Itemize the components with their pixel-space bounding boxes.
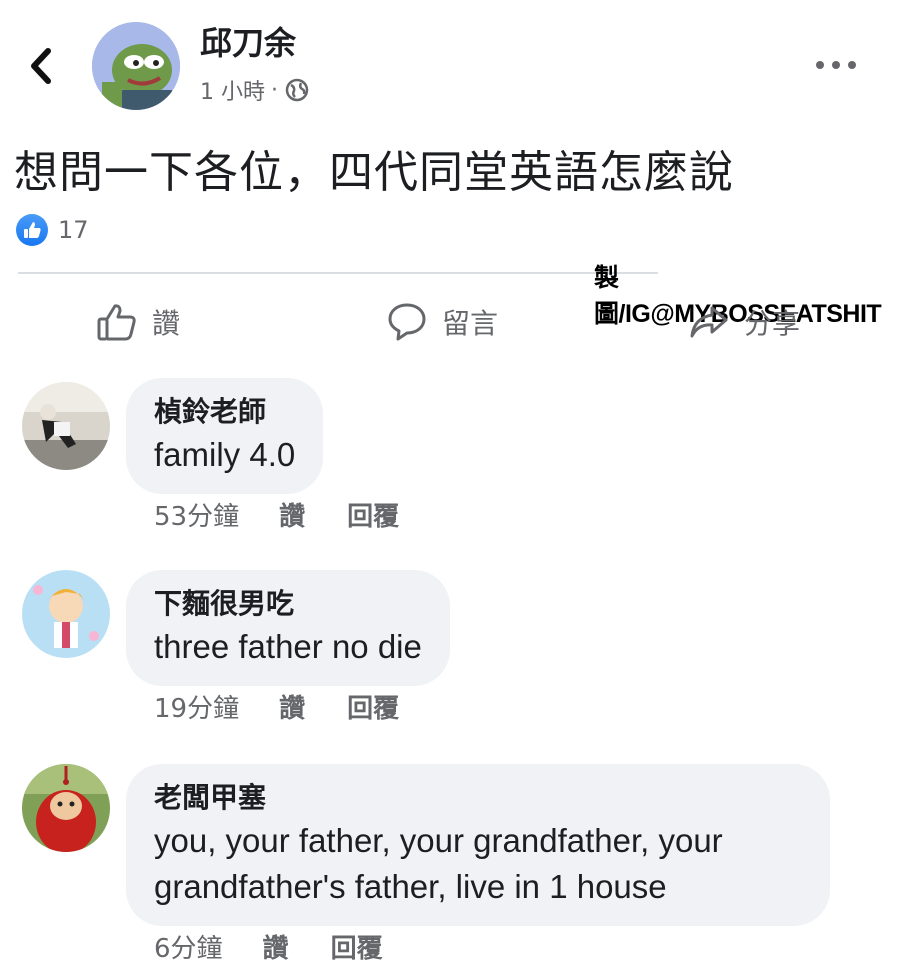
comment-meta: 6分鐘 讚 回覆 (154, 928, 383, 965)
comment-time[interactable]: 53分鐘 (154, 496, 239, 533)
more-options-button[interactable] (816, 52, 856, 78)
comment-like-button[interactable]: 讚 (263, 928, 289, 965)
post-header: 邱刀余 1 小時 · (0, 0, 900, 120)
globe-icon (285, 78, 309, 102)
comment-time[interactable]: 6分鐘 (154, 928, 223, 965)
action-bar: 讚 留言 分享 (0, 292, 900, 352)
comment-meta: 53分鐘 讚 回覆 (154, 496, 399, 533)
speech-bubble-icon (388, 303, 426, 341)
comment-label: 留言 (442, 307, 499, 340)
commenter-avatar[interactable] (22, 382, 110, 470)
comment-like-button[interactable]: 讚 (279, 688, 305, 725)
dot-icon (848, 61, 856, 69)
share-button[interactable]: 分享 (688, 292, 800, 352)
commenter-photo (22, 764, 110, 852)
commenter-name[interactable]: 楨鈴老師 (154, 392, 295, 432)
comment-bubble: 楨鈴老師 family 4.0 (126, 378, 324, 494)
comment-reply-button[interactable]: 回覆 (331, 928, 383, 965)
like-button[interactable]: 讚 (96, 292, 180, 352)
comment-time[interactable]: 19分鐘 (154, 688, 239, 725)
commenter-name[interactable]: 老闆甲塞 (154, 778, 802, 818)
commenter-photo (22, 382, 110, 470)
frog-avatar-image (92, 22, 180, 110)
dot-icon (816, 61, 824, 69)
author-avatar[interactable] (92, 22, 180, 110)
post-text: 想問一下各位，四代同堂英語怎麼說 (14, 147, 734, 198)
comment-reply-button[interactable]: 回覆 (347, 688, 399, 725)
commenter-avatar[interactable] (22, 764, 110, 852)
like-label: 讚 (152, 307, 181, 340)
author-name[interactable]: 邱刀余 (200, 18, 296, 64)
reactions-summary[interactable]: 17 (16, 214, 89, 246)
comment-bubble: 老闆甲塞 you, your father, your grandfather,… (126, 764, 830, 926)
share-arrow-icon (690, 306, 728, 338)
comment-text: family 4.0 (154, 436, 296, 473)
comment-reply-button[interactable]: 回覆 (347, 496, 399, 533)
commenter-photo (22, 570, 110, 658)
chevron-left-icon (31, 48, 51, 84)
back-button[interactable] (24, 44, 58, 88)
reaction-count: 17 (58, 216, 89, 244)
thumbs-up-badge-icon (16, 214, 48, 246)
post-time[interactable]: 1 小時 (200, 74, 265, 106)
meta-separator: · (271, 77, 278, 103)
comment-text: three father no die (154, 628, 422, 665)
thumbs-up-icon (97, 304, 136, 341)
share-label: 分享 (744, 307, 801, 340)
post-meta: 1 小時 · (200, 74, 310, 106)
comment-bubble: 下麵很男吃 three father no die (126, 570, 450, 686)
comment-like-button[interactable]: 讚 (279, 496, 305, 533)
dot-icon (832, 61, 840, 69)
commenter-name[interactable]: 下麵很男吃 (154, 584, 422, 624)
commenter-avatar[interactable] (22, 570, 110, 658)
comment-button[interactable]: 留言 (386, 292, 498, 352)
divider (18, 272, 658, 274)
comment-meta: 19分鐘 讚 回覆 (154, 688, 399, 725)
comment-text: you, your father, your grandfather, your… (154, 822, 723, 905)
